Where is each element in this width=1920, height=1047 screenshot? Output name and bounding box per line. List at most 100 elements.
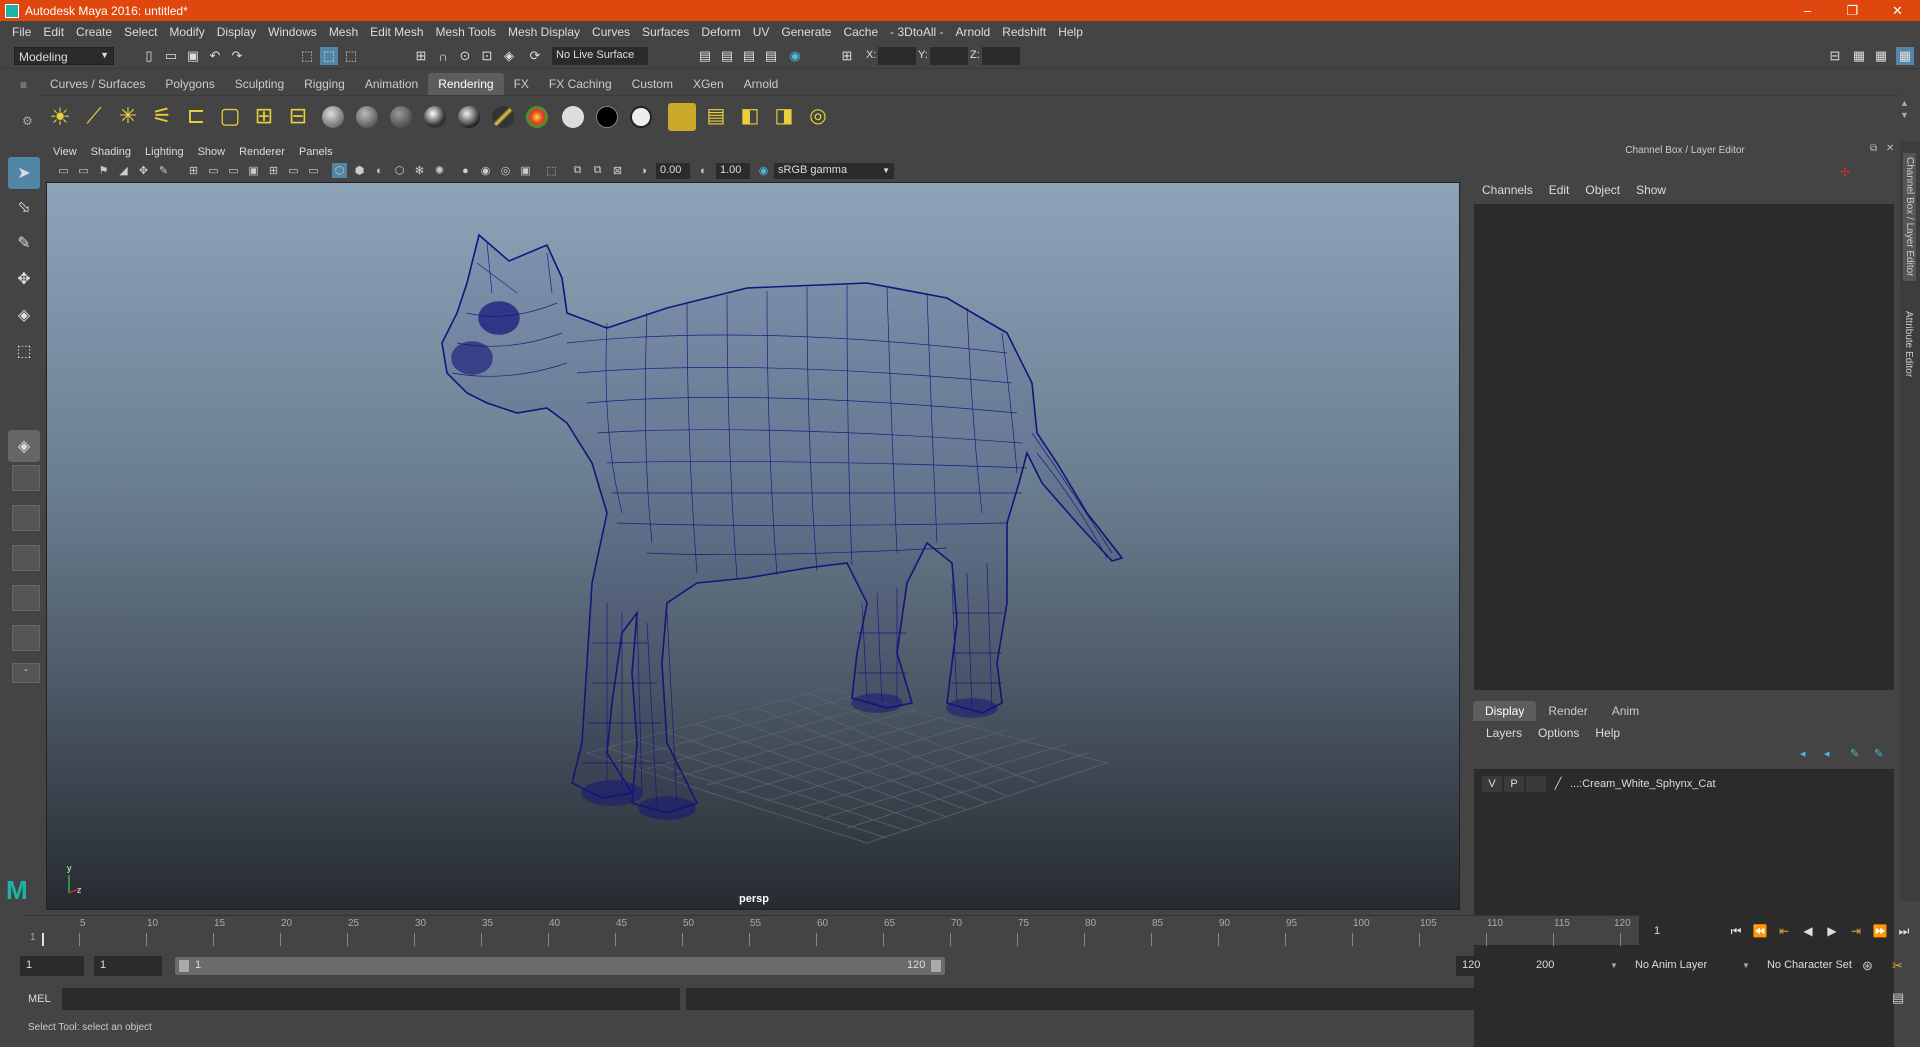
close-panel-icon[interactable]: ✕ xyxy=(1886,143,1894,154)
select-hierarchy-icon[interactable]: ⬚ xyxy=(298,47,316,65)
undo-icon[interactable]: ↶ xyxy=(206,47,224,65)
spot-light-icon[interactable]: ⚟ xyxy=(148,103,176,131)
mel-command-input[interactable] xyxy=(62,988,680,1010)
le-menu-layers[interactable]: Layers xyxy=(1478,726,1530,740)
shelf-tab-fx-caching[interactable]: FX Caching xyxy=(539,73,622,95)
camera-attributes-icon[interactable]: ▭ xyxy=(76,163,91,178)
float-panel-icon[interactable]: ⧉ xyxy=(1870,143,1877,154)
cb-menu-edit[interactable]: Edit xyxy=(1541,183,1578,197)
play-backward-icon[interactable]: ◀ xyxy=(1798,922,1818,940)
move-layer-up-icon[interactable]: ◂ xyxy=(1800,747,1806,760)
z-field[interactable] xyxy=(982,47,1020,65)
shelf-tab-rendering[interactable]: Rendering xyxy=(428,73,504,95)
time-slider[interactable]: 1 5 10 15 20 25 30 35 40 45 50 55 60 65 … xyxy=(24,915,1639,946)
menu-mesh-tools[interactable]: Mesh Tools xyxy=(430,25,502,39)
transform-constraint-icon[interactable]: ⊞ xyxy=(838,47,856,65)
shadows-icon[interactable]: ✺ xyxy=(432,163,447,178)
menu-help[interactable]: Help xyxy=(1052,25,1089,39)
minimize-button[interactable]: – xyxy=(1785,0,1830,21)
smooth-shade-icon[interactable]: ⬢ xyxy=(352,163,367,178)
layered-shader-icon[interactable] xyxy=(526,106,548,128)
batch-render-icon[interactable]: ▤ xyxy=(702,103,730,131)
le-menu-options[interactable]: Options xyxy=(1530,726,1587,740)
isolate-select-icon[interactable]: ⬚ xyxy=(544,163,559,178)
move-tool-icon[interactable]: ✥ xyxy=(8,263,40,295)
channel-box-tools-icon[interactable]: ✢ xyxy=(1840,165,1850,179)
vp-menu-shading[interactable]: Shading xyxy=(84,146,138,158)
live-surface-field[interactable]: No Live Surface xyxy=(552,47,648,65)
shelf-tab-rigging[interactable]: Rigging xyxy=(294,73,355,95)
menu-set-dropdown[interactable]: Modeling ▼ xyxy=(14,47,114,65)
textured-icon[interactable]: ⬡ xyxy=(392,163,407,178)
image-plane-icon[interactable]: ◢ xyxy=(116,163,131,178)
shelf-tab-fx[interactable]: FX xyxy=(504,73,539,95)
render-frame-icon[interactable]: ▤ xyxy=(696,47,714,65)
menu-select[interactable]: Select xyxy=(118,25,163,39)
use-all-lights-icon[interactable]: ✻ xyxy=(412,163,427,178)
use-background-icon[interactable] xyxy=(596,106,618,128)
character-set-dropdown[interactable]: ▼ No Character Set xyxy=(1736,956,1876,976)
vp-menu-lighting[interactable]: Lighting xyxy=(138,146,191,158)
shelf-tab-arnold[interactable]: Arnold xyxy=(734,73,789,95)
grease-pencil-icon[interactable]: ✎ xyxy=(156,163,171,178)
menu-edit[interactable]: Edit xyxy=(37,25,70,39)
2d-pan-zoom-icon[interactable]: ✥ xyxy=(136,163,151,178)
layer-tab-anim[interactable]: Anim xyxy=(1600,701,1651,721)
layer-visibility-toggle[interactable]: V xyxy=(1482,776,1502,792)
xray-components-icon[interactable]: ⊠ xyxy=(610,163,625,178)
render-settings-icon[interactable]: ▤ xyxy=(740,47,758,65)
bookmark-icon[interactable]: ⚑ xyxy=(96,163,111,178)
snap-view-icon[interactable]: ⊡ xyxy=(478,47,496,65)
vp-menu-view[interactable]: View xyxy=(46,146,84,158)
view-transform-dropdown[interactable]: sRGB gamma ▼ xyxy=(774,163,894,179)
select-object-icon[interactable]: ⬚ xyxy=(320,47,338,65)
layer-display-type-toggle[interactable] xyxy=(1526,776,1546,792)
persp-outliner-layout-icon[interactable] xyxy=(12,585,40,611)
scale-tool-icon[interactable]: ⬚ xyxy=(8,335,40,367)
safe-title-icon[interactable]: ▭ xyxy=(306,163,321,178)
menu-edit-mesh[interactable]: Edit Mesh xyxy=(364,25,429,39)
range-slider[interactable]: 1 120 xyxy=(175,957,945,975)
shelf-tab-curves-surfaces[interactable]: Curves / Surfaces xyxy=(40,73,155,95)
single-perspective-layout-icon[interactable]: ◈ xyxy=(8,430,40,462)
layer-playback-toggle[interactable]: P xyxy=(1504,776,1524,792)
shelf-scroll-down-icon[interactable]: ▼ xyxy=(1900,110,1909,120)
animation-preferences-icon[interactable]: ✂ xyxy=(1892,958,1903,974)
point-light-icon[interactable]: ✳ xyxy=(114,103,142,131)
current-time-marker[interactable] xyxy=(42,933,44,946)
paint-select-tool-icon[interactable]: ✎ xyxy=(8,227,40,259)
menu-create[interactable]: Create xyxy=(70,25,118,39)
range-start-handle[interactable] xyxy=(179,960,189,972)
snap-surface-icon[interactable]: ◈ xyxy=(500,47,518,65)
snap-point-icon[interactable]: ⊙ xyxy=(456,47,474,65)
camera-aim-icon[interactable]: ⊞ xyxy=(250,103,278,131)
render-sequence-icon[interactable]: ◧ xyxy=(736,103,764,131)
step-forward-frame-icon[interactable]: ⇥ xyxy=(1846,922,1866,940)
gamma-icon[interactable]: ◐ xyxy=(696,163,711,178)
gamma-field[interactable]: 1.00 xyxy=(716,163,750,179)
anim-layer-dropdown[interactable]: ▼ No Anim Layer xyxy=(1604,956,1734,976)
snap-live-icon[interactable]: ⟳ xyxy=(526,47,544,65)
close-button[interactable]: ✕ xyxy=(1875,0,1920,21)
grid-toggle-icon[interactable]: ⊞ xyxy=(186,163,201,178)
menu-deform[interactable]: Deform xyxy=(695,25,746,39)
phong-e-material-icon[interactable] xyxy=(458,106,480,128)
xray-icon[interactable]: ⧉ xyxy=(570,163,585,178)
vp-menu-renderer[interactable]: Renderer xyxy=(232,146,292,158)
side-tab-channel-box[interactable]: Channel Box / Layer Editor xyxy=(1903,153,1916,281)
multisample-aa-icon[interactable]: ◎ xyxy=(498,163,513,178)
go-to-end-icon[interactable]: ⏭ xyxy=(1894,922,1914,940)
toon-shader-icon[interactable] xyxy=(630,106,652,128)
step-back-key-icon[interactable]: ⏪ xyxy=(1750,922,1770,940)
go-to-start-icon[interactable]: ⏮ xyxy=(1726,922,1746,940)
menu-uv[interactable]: UV xyxy=(747,25,776,39)
gate-mask-icon[interactable]: ▣ xyxy=(246,163,261,178)
animation-end-field[interactable]: 200 xyxy=(1530,956,1598,976)
shelf-tab-sculpting[interactable]: Sculpting xyxy=(225,73,294,95)
persp-graph-layout-icon[interactable] xyxy=(12,545,40,571)
vp-menu-show[interactable]: Show xyxy=(191,146,233,158)
lasso-tool-icon[interactable]: ⬂ xyxy=(8,191,40,223)
color-management-icon[interactable]: ◉ xyxy=(756,163,771,178)
rotate-tool-icon[interactable]: ◈ xyxy=(8,299,40,331)
select-component-icon[interactable]: ⬚ xyxy=(342,47,360,65)
